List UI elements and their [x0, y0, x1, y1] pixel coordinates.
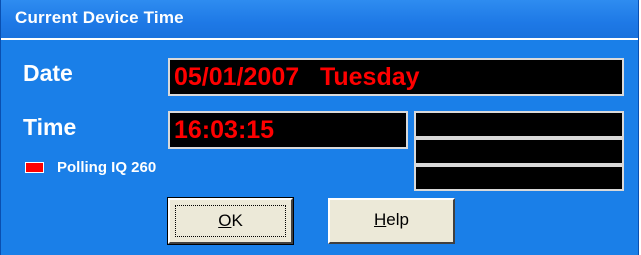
ok-button[interactable]: OK — [167, 197, 294, 245]
current-device-time-dialog: Current Device Time Date 05/01/2007 Tues… — [0, 0, 639, 255]
status-field-2 — [414, 138, 624, 165]
dialog-titlebar: Current Device Time — [1, 0, 638, 40]
help-button-label-rest: elp — [386, 210, 409, 229]
ok-button-label-rest: K — [231, 211, 243, 230]
polling-indicator-icon — [25, 162, 44, 173]
status-field-3 — [414, 165, 624, 191]
date-label: Date — [23, 60, 73, 86]
time-label: Time — [23, 114, 77, 140]
polling-status-text: Polling IQ 260 — [57, 159, 157, 176]
time-display: 16:03:15 — [168, 111, 408, 149]
ok-button-accel: O — [218, 211, 232, 230]
help-button-accel: H — [374, 210, 387, 229]
date-display: 05/01/2007 Tuesday — [168, 58, 624, 96]
status-field-1 — [414, 111, 624, 138]
dialog-title: Current Device Time — [15, 8, 184, 27]
ok-button-focus-rect: OK — [175, 205, 286, 237]
help-button[interactable]: Help — [328, 198, 455, 244]
